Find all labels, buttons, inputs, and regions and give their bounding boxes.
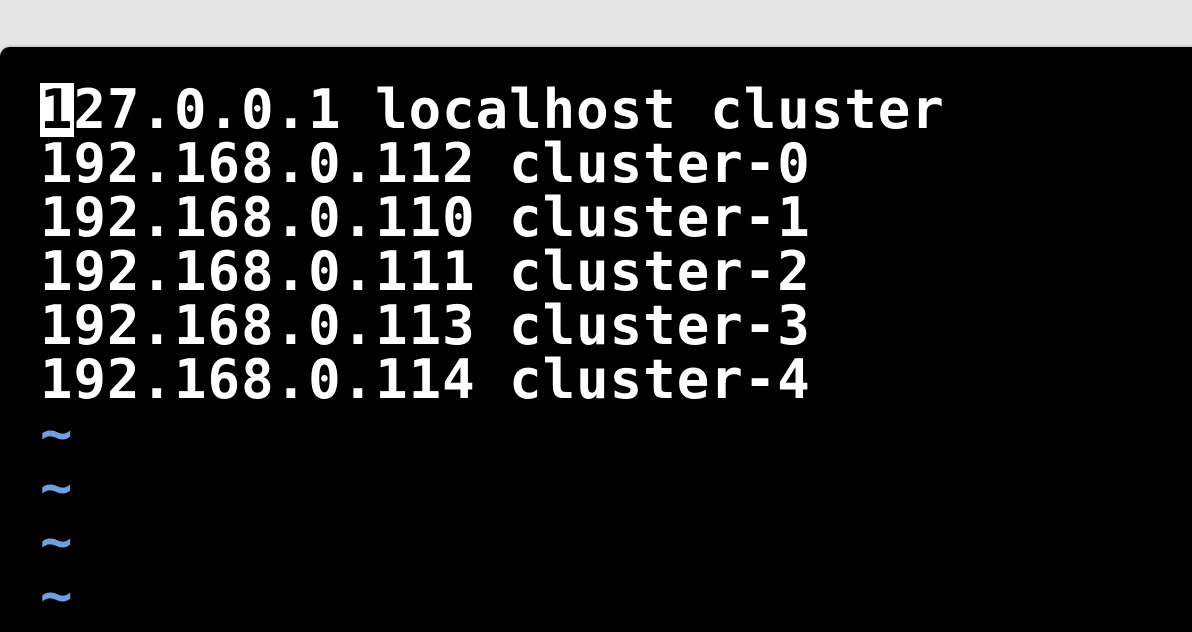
terminal-window[interactable]: 127.0.0.1 localhost cluster 192.168.0.11… (0, 47, 1192, 632)
text-cursor: 1 (40, 78, 74, 141)
empty-line-tilde: ~ (40, 402, 74, 465)
vim-buffer[interactable]: 127.0.0.1 localhost cluster 192.168.0.11… (40, 83, 945, 623)
buffer-line: 192.168.0.110 cluster-1 (40, 186, 811, 249)
buffer-line: 192.168.0.113 cluster-3 (40, 294, 811, 357)
buffer-line: 127.0.0.1 localhost cluster (40, 83, 945, 137)
empty-line-tilde: ~ (40, 564, 74, 627)
empty-line-tilde: ~ (40, 510, 74, 573)
buffer-line: 192.168.0.114 cluster-4 (40, 348, 811, 411)
empty-line-tilde: ~ (40, 456, 74, 519)
buffer-line: 192.168.0.112 cluster-0 (40, 132, 811, 195)
buffer-line: 192.168.0.111 cluster-2 (40, 240, 811, 303)
